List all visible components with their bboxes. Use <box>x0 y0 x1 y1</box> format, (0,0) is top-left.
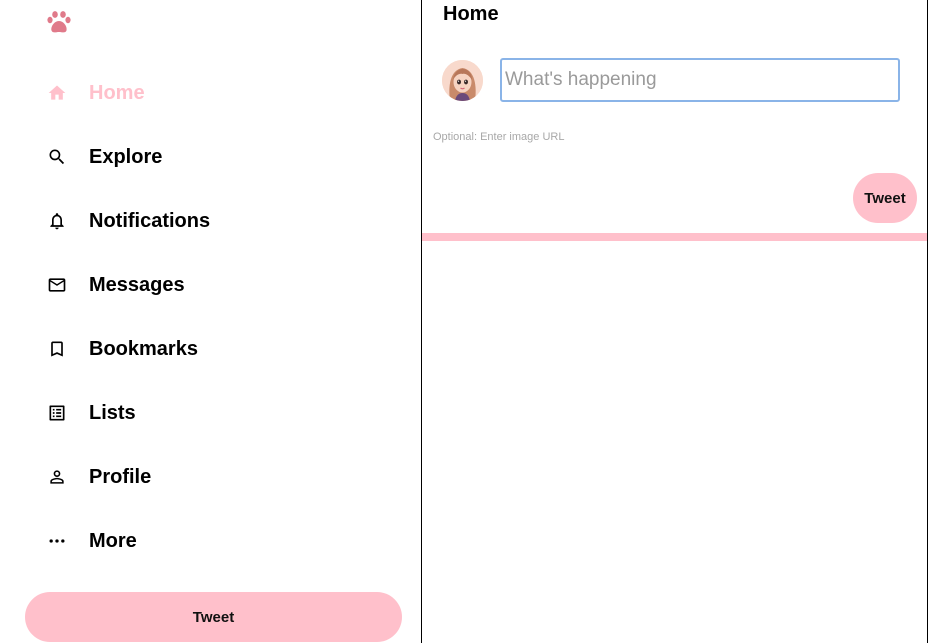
mail-icon <box>46 274 68 296</box>
sidebar-item-label: Messages <box>89 273 185 296</box>
whats-happening-input[interactable] <box>500 58 900 102</box>
search-icon <box>46 146 68 168</box>
sidebar: Home Explore Notifications Messages Book <box>0 0 422 643</box>
sidebar-item-label: More <box>89 529 137 552</box>
sidebar-item-home[interactable]: Home <box>46 76 145 110</box>
list-icon <box>46 402 68 424</box>
main-feed: Home Tweet <box>422 0 928 643</box>
app-root: Home Explore Notifications Messages Book <box>0 0 941 643</box>
composer-tweet-button[interactable]: Tweet <box>853 173 917 223</box>
more-icon <box>46 530 68 552</box>
sidebar-item-label: Explore <box>89 145 163 168</box>
sidebar-item-label: Bookmarks <box>89 337 198 360</box>
sidebar-item-label: Home <box>89 81 145 104</box>
avatar[interactable] <box>442 60 483 101</box>
sidebar-item-bookmarks[interactable]: Bookmarks <box>46 332 198 366</box>
sidebar-item-label: Lists <box>89 401 136 424</box>
sidebar-item-more[interactable]: More <box>46 524 137 558</box>
sidebar-item-label: Profile <box>89 465 152 488</box>
home-icon <box>46 82 68 104</box>
feed-divider <box>422 233 927 241</box>
page-title: Home <box>443 3 499 25</box>
sidebar-item-explore[interactable]: Explore <box>46 140 162 174</box>
sidebar-item-messages[interactable]: Messages <box>46 268 185 302</box>
sidebar-item-label: Notifications <box>89 209 211 232</box>
person-icon <box>46 466 68 488</box>
sidebar-item-profile[interactable]: Profile <box>46 460 151 494</box>
bookmark-icon <box>46 338 68 360</box>
sidebar-item-lists[interactable]: Lists <box>46 396 136 430</box>
sidebar-item-notifications[interactable]: Notifications <box>46 204 210 238</box>
bell-icon <box>46 210 68 232</box>
image-url-input[interactable] <box>433 129 633 145</box>
paw-icon[interactable] <box>45 9 73 37</box>
sidebar-tweet-button[interactable]: Tweet <box>25 592 402 642</box>
